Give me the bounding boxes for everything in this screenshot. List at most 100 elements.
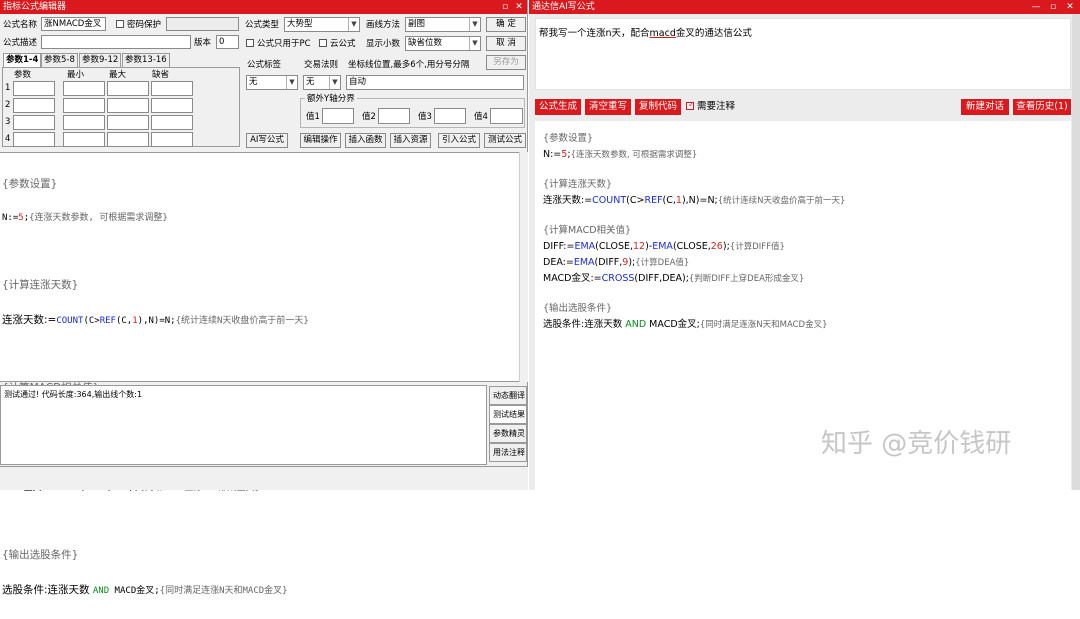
prompt-text: 帮我写一个连涨n天，配合macd金叉的通达信公式 [539,28,752,40]
code-var: MACD金叉:= [543,273,602,284]
code-var: 连涨天数:= [2,314,57,326]
param-cell[interactable] [107,98,149,113]
version-label: 版本 [194,38,212,48]
maximize-icon[interactable]: ▫ [1047,0,1059,14]
usage-notes-button[interactable]: 用法注释 [489,443,527,462]
ai-write-button[interactable]: AI写公式 [246,133,288,148]
dynamic-translate-button[interactable]: 动态翻译 [489,386,527,405]
code-text: ),N)=N; [137,316,176,326]
param-cell[interactable] [13,81,55,96]
clear-rewrite-button[interactable]: 清空重写 [585,99,631,115]
code-var: DIFF:= [543,241,575,252]
decimal-value: 缺省位数 [408,38,443,48]
param-wizard-button[interactable]: 参数精灵 [489,424,527,443]
editor-scrollbar[interactable] [519,152,528,382]
code-comment: {判断DIFF上穿DEA形成金叉} [688,274,805,284]
param-cell[interactable] [63,132,105,147]
code-comment: {计算MACD相关值} [543,225,632,236]
test-formula-button[interactable]: 测试公式 [484,133,526,148]
formula-name-input[interactable]: 涨NMACD金叉 [41,17,106,31]
param-cell[interactable] [151,115,193,130]
param-cell[interactable] [63,81,105,96]
window-title: 通达信AI写公式 [532,2,595,12]
trade-rule-value: 无 [306,77,315,87]
tab-params-13-16[interactable]: 参数13-16 [122,53,170,67]
code-function: REF [99,316,116,326]
save-as-button[interactable]: 另存为 [486,55,526,70]
code-var: 连涨天数:= [543,195,593,206]
copy-code-button[interactable]: 复制代码 [635,99,681,115]
insert-function-button[interactable]: 插入函数 [345,133,386,148]
draw-method-select[interactable]: 副图 ▼ [405,17,481,32]
prompt-text-part: 金叉的通达信公式 [675,28,752,39]
chevron-down-icon: ▼ [329,76,340,89]
password-checkbox[interactable]: 密码保护 [116,19,161,31]
code-comment: {连涨天数参数, 可根据需求调整} [29,213,168,223]
edit-ops-button[interactable]: 编辑操作 [300,133,341,148]
param-header-max: 最大 [109,70,127,80]
password-input[interactable] [166,17,239,31]
param-header-default: 缺省 [152,70,170,80]
pc-only-checkbox[interactable]: 公式只用于PC [246,38,311,50]
code-function: CROSS [601,273,635,284]
formula-type-select[interactable]: 大势型 ▼ [284,17,360,32]
new-chat-button[interactable]: 新建对话 [961,99,1009,115]
param-cell[interactable] [13,98,55,113]
param-cell[interactable] [63,115,105,130]
minimize-icon[interactable]: — [1030,0,1042,14]
formula-desc-input[interactable] [41,35,191,49]
param-cell[interactable] [151,98,193,113]
y-value-2-input[interactable] [378,108,410,124]
test-result-button[interactable]: 测试结果 [489,405,527,424]
y-value-3-input[interactable] [434,108,466,124]
tab-params-5-8[interactable]: 参数5-8 [41,53,78,67]
tab-params-9-12[interactable]: 参数9-12 [79,53,122,67]
password-label: 密码保护 [127,20,162,30]
code-text: (DIFF,DEA); [634,273,689,284]
chevron-down-icon: ▼ [469,18,480,31]
view-history-button[interactable]: 查看历史(1) [1013,99,1071,115]
code-text: MACD金叉; [646,319,700,330]
code-comment: {计算DEA值} [635,258,690,268]
version-input[interactable]: 0 [216,35,239,49]
close-icon[interactable]: ✕ [513,0,525,14]
generate-formula-button[interactable]: 公式生成 [535,99,581,115]
param-cell[interactable] [13,132,55,147]
param-cell[interactable] [63,98,105,113]
y-value-4-input[interactable] [490,108,523,124]
code-function: EMA [573,257,595,268]
param-header-name: 参数 [14,70,32,80]
cancel-button[interactable]: 取 消 [486,36,526,51]
code-var: 选股条件:连涨天数 [2,584,93,596]
coord-input[interactable]: 自动 [346,75,524,90]
code-text: (C> [83,316,100,326]
formula-tag-select[interactable]: 无 ▼ [246,75,298,90]
cloud-checkbox[interactable]: 云公式 [319,38,356,50]
param-cell[interactable] [107,132,149,147]
decimal-select[interactable]: 缺省位数 ▼ [405,36,481,51]
code-text: (CLOSE, [672,241,711,252]
formula-tag-value: 无 [249,77,258,87]
param-cell[interactable] [151,132,193,147]
y-value-1-input[interactable] [322,108,354,124]
param-cell[interactable] [151,81,193,96]
right-edge-scrollbar[interactable] [1072,14,1080,490]
param-cell[interactable] [107,81,149,96]
maximize-icon[interactable]: ▫ [499,0,511,14]
tab-params-1-4[interactable]: 参数1-4 [3,53,42,68]
formula-editor-titlebar: 指标公式编辑器 ▫ ✕ [0,0,527,14]
decimal-label: 显示小数 [366,39,401,49]
prompt-text-part: 帮我写一个连涨n天，配合 [539,28,650,39]
close-icon[interactable]: ✕ [1064,0,1076,14]
code-comment: {统计连续N天收盘价高于前一天} [717,196,846,206]
param-cell[interactable] [13,115,55,130]
code-comment: {统计连续N天收盘价高于前一天} [175,316,309,326]
insert-resource-button[interactable]: 插入资源 [390,133,431,148]
code-comment: {参数设置} [2,178,58,190]
formula-name-label: 公式名称 [3,20,38,30]
trade-rule-select[interactable]: 无 ▼ [303,75,341,90]
ok-button[interactable]: 确 定 [486,17,526,32]
param-cell[interactable] [107,115,149,130]
code-comment: {计算连涨天数} [2,279,79,291]
import-formula-button[interactable]: 引入公式 [438,133,480,148]
